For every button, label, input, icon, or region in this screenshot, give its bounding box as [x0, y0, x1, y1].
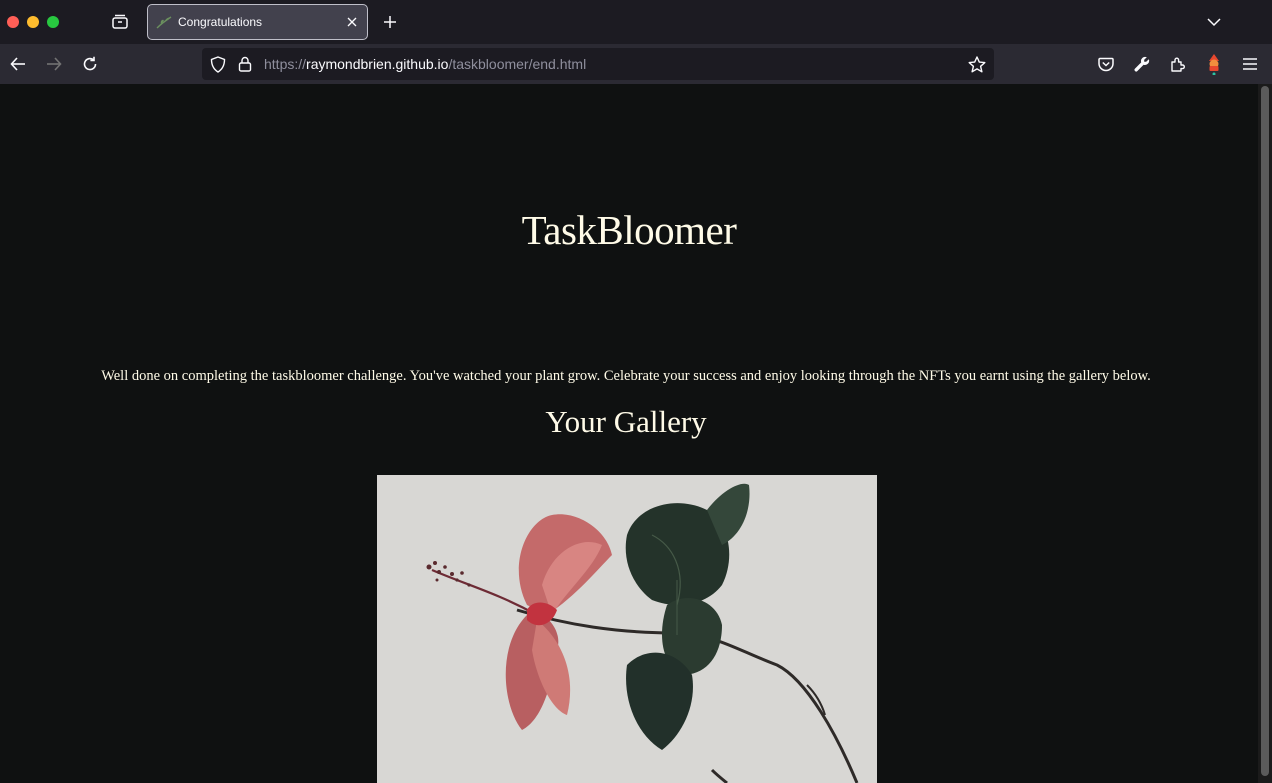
extension-avatar-icon[interactable] [1202, 52, 1226, 76]
back-arrow-icon[interactable] [6, 52, 30, 76]
url-scheme: https:// [264, 56, 307, 72]
wrench-icon[interactable] [1130, 52, 1154, 76]
gallery-heading: Your Gallery [545, 404, 707, 439]
shield-icon[interactable] [207, 53, 229, 75]
plant-icon [156, 14, 172, 30]
url-path: /taskbloomer/end.html [448, 56, 587, 72]
scrollbar-thumb[interactable] [1261, 86, 1269, 776]
tab-title: Congratulations [178, 15, 263, 29]
gallery-image-hibiscus [377, 475, 877, 783]
page-scrollbar[interactable] [1258, 84, 1272, 783]
tab-overview-icon[interactable] [108, 11, 132, 33]
minimize-window-button[interactable] [27, 16, 39, 28]
star-icon[interactable] [964, 51, 990, 77]
plus-icon[interactable] [378, 11, 402, 33]
url-text: https://raymondbrien.github.io/taskbloom… [264, 56, 964, 72]
lock-icon[interactable] [234, 53, 256, 75]
intro-text: Well done on completing the taskbloomer … [101, 368, 1151, 384]
page-content: TaskBloomer Well done on completing the … [0, 84, 1258, 783]
tab-congratulations[interactable]: Congratulations [147, 4, 368, 40]
pocket-icon[interactable] [1094, 52, 1118, 76]
forward-arrow-icon[interactable] [42, 52, 66, 76]
url-host: raymondbrien.github.io [306, 56, 449, 72]
reload-icon[interactable] [78, 52, 102, 76]
close-icon[interactable] [340, 10, 364, 34]
hamburger-menu-icon[interactable] [1238, 52, 1262, 76]
site-title: TaskBloomer [521, 207, 737, 253]
close-window-button[interactable] [7, 16, 19, 28]
tab-strip: Congratulations [0, 0, 1272, 44]
navigation-toolbar: https://raymondbrien.github.io/taskbloom… [0, 44, 1272, 84]
puzzle-icon[interactable] [1166, 52, 1190, 76]
zoom-window-button[interactable] [47, 16, 59, 28]
chevron-down-icon[interactable] [1202, 11, 1226, 33]
url-bar[interactable]: https://raymondbrien.github.io/taskbloom… [202, 48, 994, 80]
